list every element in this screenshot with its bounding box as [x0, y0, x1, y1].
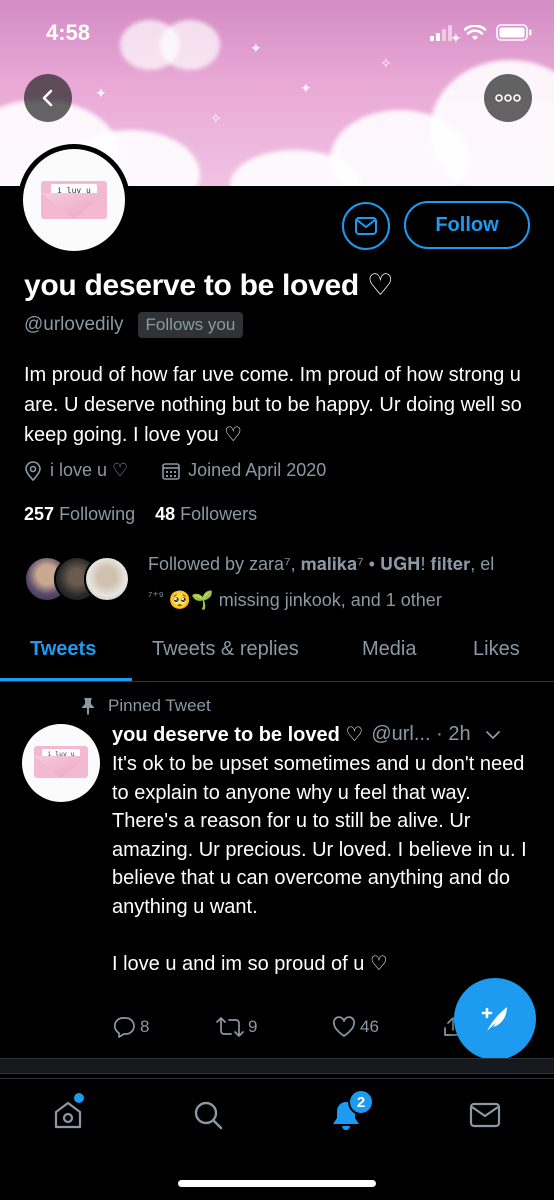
- pin-icon: [82, 698, 94, 715]
- mail-icon: [355, 217, 377, 235]
- calendar-icon: [162, 462, 180, 480]
- tweet-text[interactable]: It's ok to be upset sometimes and u don'…: [112, 750, 532, 979]
- envelope-image: i luv u <3: [34, 746, 88, 778]
- retweet-icon: [216, 1017, 244, 1037]
- home-icon: [54, 1101, 82, 1129]
- tweet-avatar[interactable]: i luv u <3: [22, 724, 100, 802]
- avatar: [84, 556, 130, 602]
- chevron-left-icon: [42, 89, 53, 107]
- followers-label: Followers: [180, 504, 258, 524]
- pinned-indicator: Pinned Tweet: [80, 696, 211, 716]
- profile-avatar[interactable]: i luv u <3: [18, 144, 130, 256]
- tweet-actions: 8 9 46: [112, 1016, 512, 1046]
- reply-button[interactable]: 8: [112, 1016, 149, 1038]
- like-button[interactable]: 46: [332, 1016, 379, 1038]
- search-icon: [194, 1101, 223, 1130]
- reply-icon: [113, 1017, 135, 1038]
- mutual-followers-avatars[interactable]: [24, 556, 134, 604]
- back-button[interactable]: [24, 74, 72, 122]
- retweet-button[interactable]: 9: [216, 1016, 257, 1038]
- follow-counts: 257 Following 48 Followers: [24, 504, 257, 525]
- system-icons: [430, 24, 532, 41]
- following-label: Following: [59, 504, 136, 524]
- retweet-count: 9: [248, 1017, 258, 1036]
- like-count: 46: [360, 1017, 379, 1036]
- tab-tweets[interactable]: Tweets: [30, 638, 96, 661]
- new-tweets-dot: [74, 1093, 84, 1103]
- nav-notifications[interactable]: 2: [326, 1089, 374, 1135]
- nav-search[interactable]: [188, 1095, 228, 1135]
- profile-handle: @urlovedily: [24, 314, 124, 335]
- status-bar: 4:58: [0, 0, 554, 64]
- followers-count: 48: [155, 504, 176, 524]
- profile-tabs: Tweets Tweets & replies Media Likes: [0, 628, 554, 682]
- profile-bio: Im proud of how far uve come. Im proud o…: [24, 364, 522, 446]
- notifications-badge: 2: [348, 1089, 374, 1115]
- handle-row: @urlovedily Follows you: [24, 312, 244, 338]
- profile-name: you deserve to be loved ♡: [24, 269, 394, 302]
- pinned-label: Pinned Tweet: [108, 696, 211, 715]
- compose-tweet-button[interactable]: [454, 978, 536, 1060]
- compose-feather-icon: [481, 1007, 507, 1031]
- envelope-flap: [34, 756, 88, 778]
- following-count: 257: [24, 504, 55, 524]
- tab-tweets-replies[interactable]: Tweets & replies: [152, 638, 299, 661]
- followed-by-emoji: 🥺🌱: [168, 590, 214, 610]
- followed-by-text[interactable]: Followed by zara⁷, 𝐦𝐚𝐥𝐢𝐤𝐚⁷ • 𝐔𝐆𝐇! 𝐟𝐢𝐥𝐭𝐞𝐫…: [148, 548, 533, 616]
- envelope-image: i luv u <3: [41, 181, 107, 219]
- tab-media[interactable]: Media: [362, 638, 416, 661]
- profile-joined: Joined April 2020: [188, 460, 327, 480]
- profile-meta: i love u ♡ Joined April 2020: [24, 460, 326, 481]
- followed-by-superscript: ⁷⁺⁹: [148, 589, 164, 603]
- followers-link[interactable]: 48 Followers: [155, 504, 257, 525]
- home-indicator[interactable]: [178, 1180, 376, 1187]
- nav-messages[interactable]: [465, 1095, 505, 1135]
- more-dots-icon: [495, 94, 521, 102]
- active-tab-indicator: [0, 678, 132, 681]
- tweet-author-name[interactable]: you deserve to be loved ♡: [112, 722, 363, 747]
- message-button[interactable]: [342, 202, 390, 250]
- heart-icon: [333, 1016, 355, 1037]
- mail-icon: [469, 1102, 501, 1128]
- status-time: 4:58: [46, 20, 91, 45]
- wifi-icon: [464, 24, 486, 40]
- follows-you-badge: Follows you: [137, 312, 244, 338]
- followed-by-line1: Followed by zara⁷, 𝐦𝐚𝐥𝐢𝐤𝐚⁷ • 𝐔𝐆𝐇! 𝐟𝐢𝐥𝐭𝐞𝐫…: [148, 554, 495, 574]
- more-options-button[interactable]: [484, 74, 532, 122]
- followed-by-line2: missing jinkook, and 1 other: [218, 590, 442, 610]
- sparkle-icon: ✧: [210, 110, 222, 126]
- section-divider: [0, 1058, 554, 1074]
- sparkle-icon: ✦: [95, 85, 107, 101]
- following-link[interactable]: 257 Following: [24, 504, 135, 525]
- tab-likes[interactable]: Likes: [473, 638, 520, 661]
- envelope-flap: [41, 193, 107, 219]
- sparkle-icon: ✦: [300, 80, 312, 96]
- nav-home[interactable]: [48, 1093, 88, 1135]
- tweet-handle-time: @url... · 2h: [371, 723, 471, 745]
- signal-icon: [430, 24, 452, 41]
- battery-icon: [496, 24, 532, 41]
- location-pin-icon: [25, 460, 41, 481]
- tweet-header: you deserve to be loved ♡ @url... · 2h: [112, 722, 532, 747]
- follow-button[interactable]: Follow: [404, 201, 530, 249]
- profile-location: i love u ♡: [50, 460, 129, 480]
- chevron-down-icon[interactable]: [485, 730, 501, 740]
- reply-count: 8: [140, 1017, 150, 1036]
